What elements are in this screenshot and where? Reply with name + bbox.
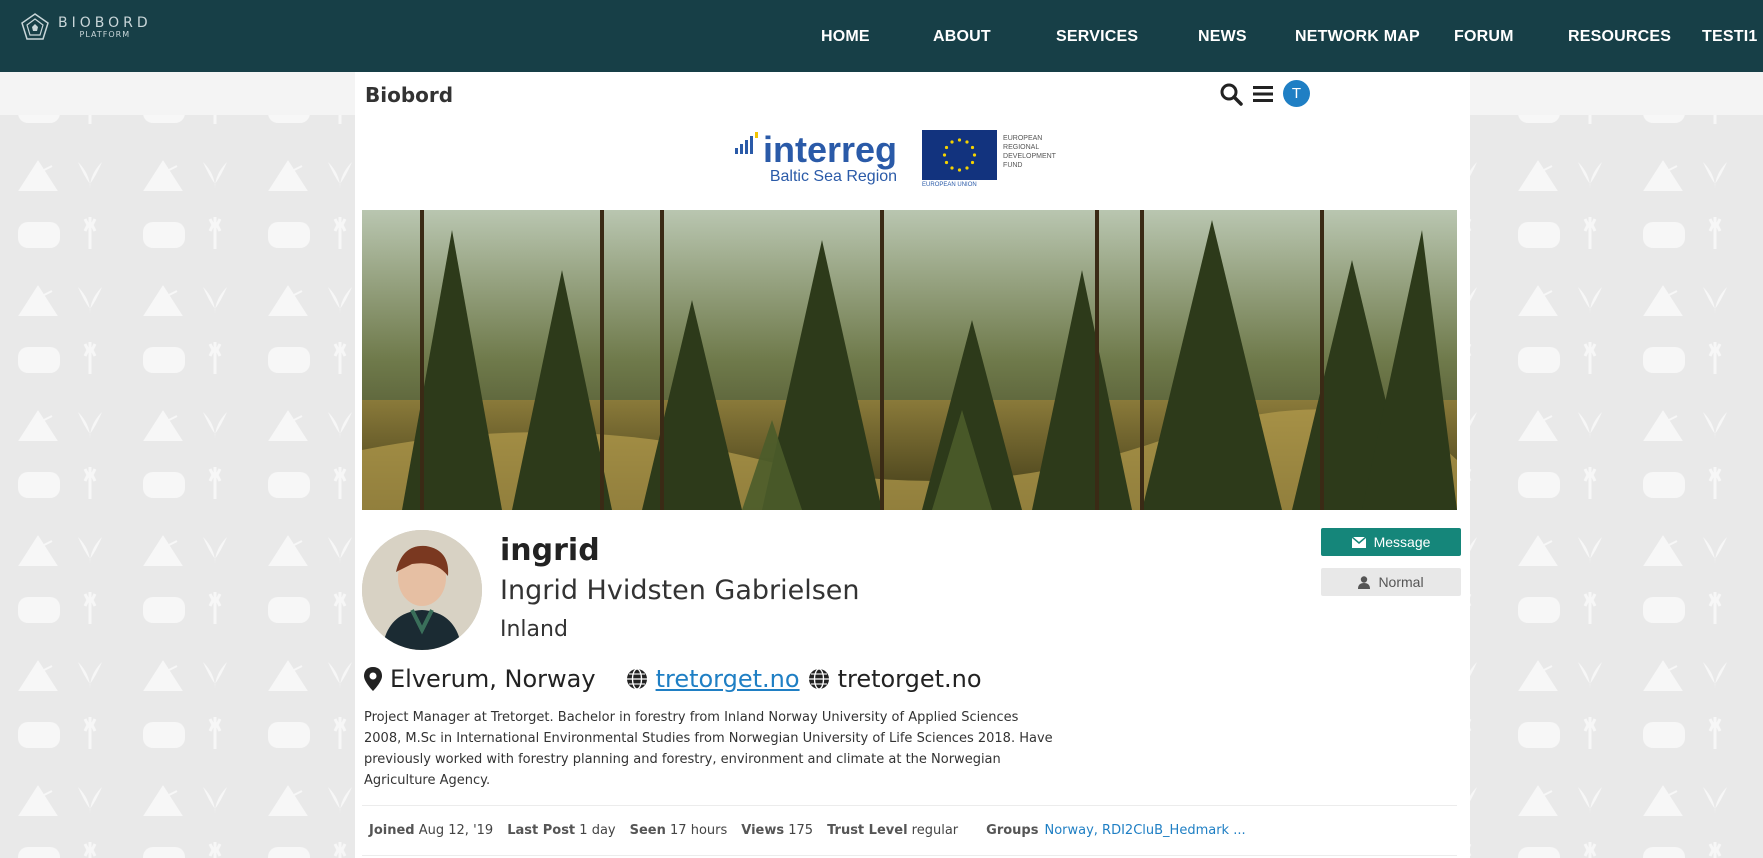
divider (362, 855, 1457, 856)
signal-bars-icon (735, 132, 758, 154)
nav-news[interactable]: NEWS (1198, 28, 1247, 46)
nav-testi1[interactable]: TESTI1 (1702, 28, 1757, 46)
stat-last-post: Last Post 1 day (507, 823, 616, 838)
groups-links[interactable]: Norway, RDI2CluB_Hedmark ... (1044, 823, 1245, 838)
sponsor-banner: interreg Baltic Sea Region EUROPEAN UNIO… (735, 130, 1056, 188)
nav-services[interactable]: SERVICES (1056, 28, 1138, 46)
eu-flag-icon (922, 130, 998, 180)
nav-about[interactable]: ABOUT (933, 28, 991, 46)
stat-views: Views 175 (741, 823, 814, 838)
profile-username: ingrid (500, 533, 600, 568)
stat-seen: Seen 17 hours (629, 823, 728, 838)
interreg-text: interreg (763, 129, 898, 170)
nav-home[interactable]: HOME (821, 28, 870, 46)
profile-bio: Project Manager at Tretorget. Bachelor i… (364, 710, 1053, 788)
profile-cover-image (362, 210, 1457, 510)
profile-location: Elverum, Norway (390, 665, 596, 693)
interreg-subtitle: Baltic Sea Region (769, 168, 898, 185)
eu-fund-text: EUROPEAN REGIONAL DEVELOPMENT FUND (1003, 135, 1056, 169)
search-icon[interactable] (1219, 82, 1243, 106)
profile-full-name: Ingrid Hvidsten Gabrielsen (500, 575, 860, 606)
eu-caption: EUROPEAN UNION (922, 182, 977, 188)
stat-trust-level: Trust Level regular (827, 823, 959, 838)
profile-location-line: Elverum, Norway tretorget.no tretorget.n… (364, 665, 982, 693)
website-text: tretorget.no (837, 665, 982, 693)
site-title[interactable]: Biobord (365, 83, 453, 107)
nav-forum[interactable]: FORUM (1454, 28, 1514, 46)
profile-organization: Inland (500, 617, 568, 642)
hamburger-menu-icon[interactable] (1251, 82, 1275, 106)
notification-level-label: Normal (1378, 574, 1424, 590)
top-navigation: BIOBORD PLATFORM HOME ABOUT SERVICES NEW… (0, 0, 1763, 72)
profile-avatar[interactable] (362, 530, 482, 650)
eu-logo: EUROPEAN UNION EUROPEAN REGIONAL DEVELOP… (922, 130, 1056, 188)
header-icons: T (1219, 80, 1310, 107)
notification-level-button[interactable]: Normal (1321, 568, 1461, 596)
envelope-icon (1351, 536, 1366, 548)
message-button-label: Message (1373, 534, 1431, 550)
website-link[interactable]: tretorget.no (656, 665, 800, 693)
user-avatar[interactable]: T (1283, 80, 1310, 107)
nav-network-map[interactable]: NETWORK MAP (1295, 28, 1420, 46)
message-button[interactable]: Message (1321, 528, 1461, 556)
globe-icon (808, 668, 829, 690)
divider (362, 805, 1457, 806)
user-icon (1358, 575, 1371, 589)
interreg-logo: interreg Baltic Sea Region (735, 132, 897, 186)
globe-icon (626, 668, 647, 690)
stat-groups: Groups Norway, RDI2CluB_Hedmark ... (986, 823, 1246, 838)
profile-panel: interreg Baltic Sea Region EUROPEAN UNIO… (355, 115, 1470, 858)
profile-stats: Joined Aug 12, '19 Last Post 1 day Seen … (369, 823, 1246, 838)
site-header: Biobord T (0, 72, 1763, 115)
nav-resources[interactable]: RESOURCES (1568, 28, 1671, 46)
map-marker-icon (364, 667, 382, 691)
stat-joined: Joined Aug 12, '19 (369, 823, 494, 838)
